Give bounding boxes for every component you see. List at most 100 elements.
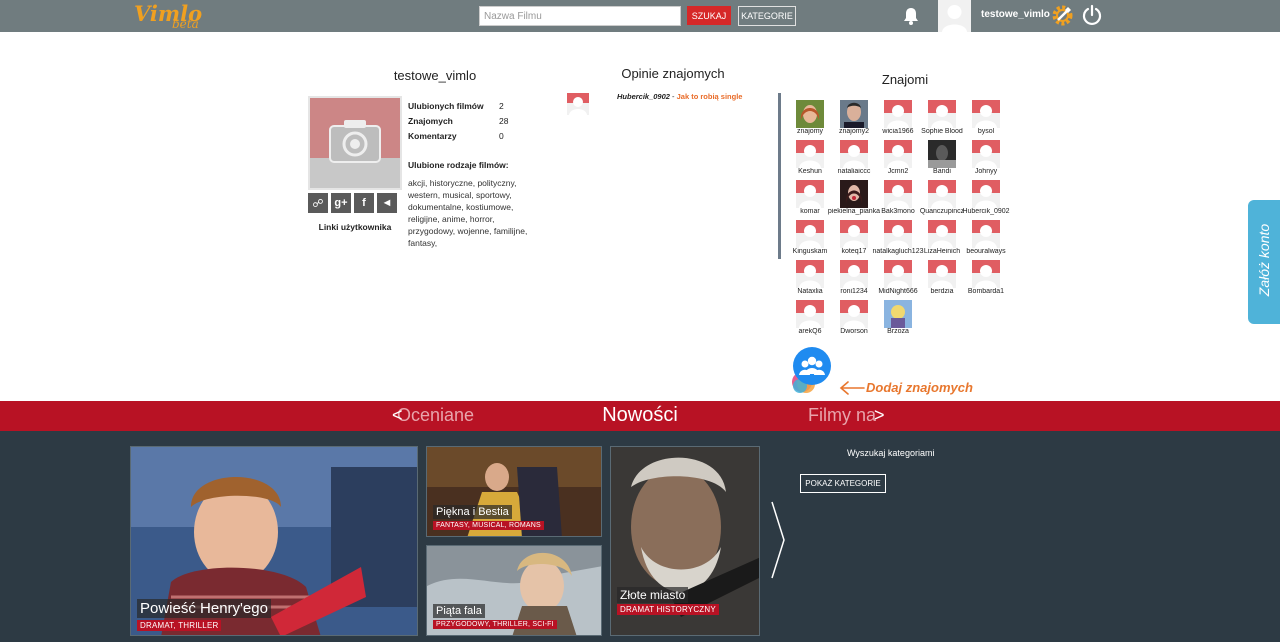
stat-label: Komentarzy (408, 131, 457, 141)
stat-row: Komentarzy 0 (408, 131, 528, 146)
friend-avatar[interactable] (796, 260, 824, 288)
movie-tile[interactable]: Piękna i Bestia FANTASY, MUSICAL, ROMANS (426, 446, 602, 537)
friend-avatar[interactable] (884, 300, 912, 328)
bell-icon[interactable] (901, 6, 921, 26)
category-search-label: Wyszukaj kategoriami (847, 448, 935, 458)
opinion-separator: - (669, 92, 677, 101)
carousel-current-label: Nowości (602, 404, 678, 426)
create-account-tab[interactable]: Załóż konto (1248, 200, 1280, 324)
friend-name[interactable]: bysol (958, 128, 1014, 135)
friend-avatar[interactable] (972, 100, 1000, 128)
friend-name[interactable]: Bombarda1 (958, 288, 1014, 295)
friend-avatar[interactable] (796, 300, 824, 328)
movie-search-input[interactable] (479, 6, 681, 26)
stat-value: 2 (499, 101, 504, 111)
movie-genres: DRAMAT HISTORYCZNY (617, 604, 719, 615)
stat-label: Znajomych (408, 116, 453, 126)
friend-avatar[interactable] (972, 140, 1000, 168)
categories-button[interactable]: KATEGORIE (738, 6, 796, 26)
stat-row: Ulubionych filmów 2 (408, 101, 528, 116)
stat-value: 28 (499, 116, 509, 126)
gear-icon[interactable] (1050, 3, 1075, 28)
friend-avatar[interactable] (928, 260, 956, 288)
friend-avatar[interactable] (796, 100, 824, 128)
friend-name[interactable]: Hubercik_0902 (958, 208, 1014, 215)
arrow-left-icon (839, 381, 865, 395)
friend-name[interactable]: Johnyy (958, 168, 1014, 175)
link-icon[interactable]: ☍ (308, 193, 328, 213)
google-plus-icon[interactable]: g+ (331, 193, 351, 213)
profile-name: testowe_vimlo (393, 68, 477, 83)
add-friends-link[interactable]: Dodaj znajomych (838, 378, 983, 398)
profile-picture (308, 96, 402, 190)
profile-stats: Ulubionych filmów 2 Znajomych 28 Komenta… (408, 101, 528, 146)
stat-value: 0 (499, 131, 504, 141)
friend-avatar[interactable] (840, 220, 868, 248)
carousel-next-label[interactable]: Filmy na (808, 405, 876, 426)
carousel-prev-label[interactable]: Oceniane (397, 405, 474, 426)
movie-title: Powieść Henry'ego (137, 599, 271, 618)
movie-genres: DRAMAT, THRILLER (137, 620, 222, 631)
friend-avatar[interactable] (928, 100, 956, 128)
friend-avatar[interactable] (884, 260, 912, 288)
stat-label: Ulubionych filmów (408, 101, 484, 111)
friend-avatar[interactable] (840, 300, 868, 328)
friend-item[interactable]: Brzoza (876, 300, 920, 340)
friend-avatar[interactable] (884, 180, 912, 208)
user-links-label: Linki użytkownika (318, 222, 392, 232)
friend-item[interactable]: beouralways (964, 220, 1008, 260)
friend-item[interactable]: bysol (964, 100, 1008, 140)
friend-avatar[interactable] (928, 220, 956, 248)
carousel-next-arrow[interactable]: > (874, 405, 885, 426)
movie-tile[interactable]: Powieść Henry'ego DRAMAT, THRILLER (130, 446, 418, 636)
carousel-header: Oceniane < Nowości Filmy na > (0, 401, 1280, 431)
add-friends-icon[interactable] (790, 346, 834, 394)
friend-item[interactable]: Bombarda1 (964, 260, 1008, 300)
friend-avatar[interactable] (884, 100, 912, 128)
friend-name[interactable]: Brzoza (870, 328, 926, 335)
top-username[interactable]: testowe_vimlo (981, 9, 1050, 20)
friend-avatar[interactable] (840, 140, 868, 168)
friends-divider (778, 93, 781, 259)
stat-row: Znajomych 28 (408, 116, 528, 131)
opinion-user[interactable]: Hubercik_0902 (617, 92, 670, 101)
opinion-avatar[interactable] (567, 93, 589, 115)
friend-avatar[interactable] (840, 260, 868, 288)
friend-avatar[interactable] (884, 140, 912, 168)
twitter-icon[interactable]: ◄ (377, 193, 397, 213)
search-button[interactable]: SZUKAJ (687, 6, 731, 25)
power-icon[interactable] (1081, 4, 1103, 26)
movie-genres: PRZYGODOWY, THRILLER, SCI-FI (433, 620, 557, 629)
friend-item[interactable]: Johnyy (964, 140, 1008, 180)
carousel-prev-arrow[interactable]: < (392, 405, 403, 426)
facebook-icon[interactable]: f (354, 193, 374, 213)
movie-tile[interactable]: Piąta fala PRZYGODOWY, THRILLER, SCI-FI (426, 545, 602, 636)
friend-avatar[interactable] (928, 180, 956, 208)
friend-item[interactable]: Hubercik_0902 (962, 180, 1010, 220)
friend-avatar[interactable] (884, 220, 912, 248)
friend-avatar[interactable] (928, 140, 956, 168)
movie-title: Piękna i Bestia (433, 505, 512, 519)
logo-sub-text: beta (172, 17, 199, 31)
create-account-label: Załóż konto (1256, 223, 1272, 297)
friend-name[interactable]: beouralways (958, 248, 1014, 255)
show-categories-button[interactable]: POKAŻ KATEGORIE (800, 474, 886, 493)
movie-tile[interactable]: Złote miasto DRAMAT HISTORYCZNY (610, 446, 760, 636)
friend-avatar[interactable] (796, 140, 824, 168)
friends-title: Znajomi (881, 72, 929, 87)
friend-avatar[interactable] (972, 180, 1000, 208)
opinion-movie-link[interactable]: Jak to robią single (677, 92, 743, 101)
top-bar: Vimlo beta SZUKAJ KATEGORIE testowe_viml… (0, 0, 1280, 32)
add-friends-text: Dodaj znajomych (866, 380, 973, 395)
friend-avatar[interactable] (796, 180, 824, 208)
favorite-genres-title: Ulubione rodzaje filmów: (408, 160, 509, 170)
favorite-genres-list: akcji, historyczne, polityczny, western,… (408, 178, 528, 248)
friend-avatar[interactable] (840, 180, 868, 208)
friend-avatar[interactable] (840, 100, 868, 128)
friend-avatar[interactable] (972, 260, 1000, 288)
friend-avatar[interactable] (972, 220, 1000, 248)
chevron-right-icon[interactable] (769, 500, 787, 580)
friend-avatar[interactable] (796, 220, 824, 248)
vimlo-logo[interactable]: Vimlo beta (134, 1, 214, 31)
user-avatar[interactable] (938, 0, 971, 32)
